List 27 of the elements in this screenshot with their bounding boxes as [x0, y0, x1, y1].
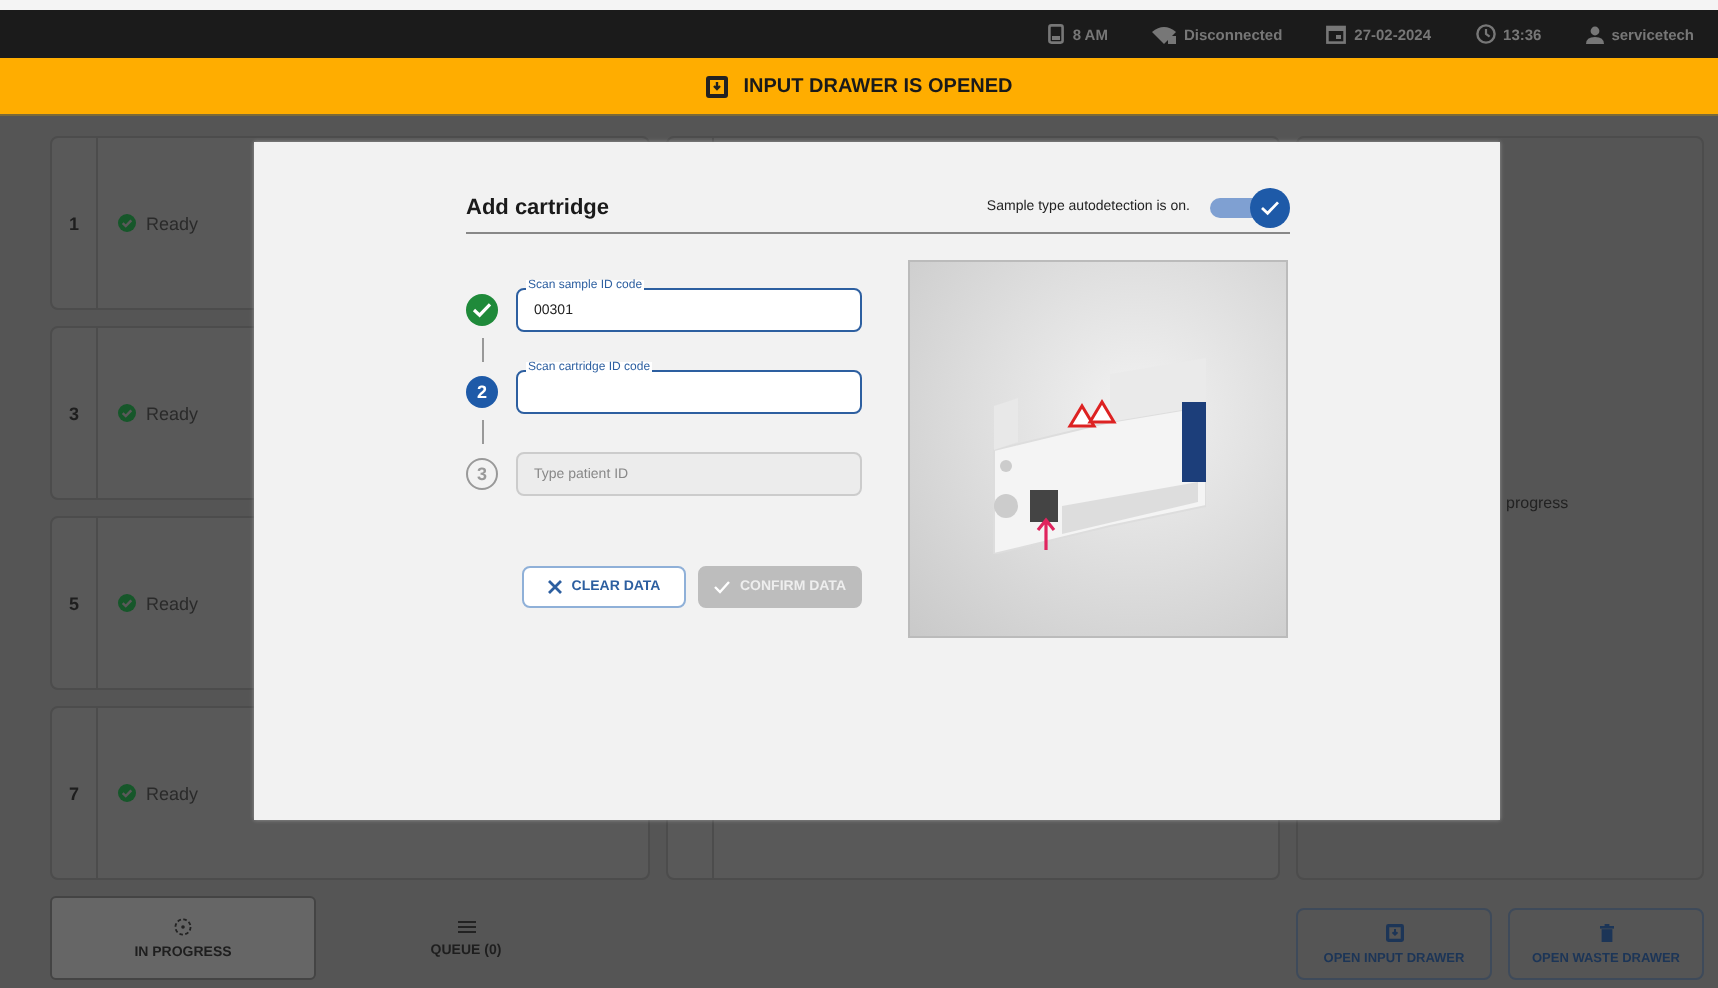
wifi-icon [1151, 25, 1176, 43]
step-indicator: 2 [466, 376, 498, 408]
user-icon [1585, 25, 1604, 43]
check-circle-icon [118, 214, 136, 232]
close-icon [547, 580, 562, 594]
menu-icon [457, 919, 475, 933]
battery-icon [1048, 24, 1065, 44]
slot-number: 1 [68, 213, 79, 233]
check-icon [1260, 199, 1280, 215]
check-circle-icon [118, 404, 136, 422]
step-indicator: 3 [466, 458, 498, 490]
banner-text: INPUT DRAWER IS OPENED [743, 75, 1013, 97]
trash-icon [1599, 923, 1613, 941]
slot-number: 3 [68, 403, 79, 423]
slot-number: 7 [68, 783, 79, 803]
calendar-icon [1326, 24, 1347, 44]
autodetect-toggle[interactable] [1210, 187, 1290, 227]
slot-number: 5 [68, 593, 79, 613]
drawer-icon [705, 75, 728, 97]
drawer-icon [1385, 923, 1403, 941]
clock-icon [1475, 24, 1496, 44]
check-circle-icon [118, 784, 136, 802]
progress-icon [174, 917, 192, 935]
input-field[interactable] [516, 370, 862, 414]
check-icon [713, 580, 730, 594]
dialog-title: Add cartridge [466, 195, 610, 219]
check-circle-icon [118, 594, 136, 612]
